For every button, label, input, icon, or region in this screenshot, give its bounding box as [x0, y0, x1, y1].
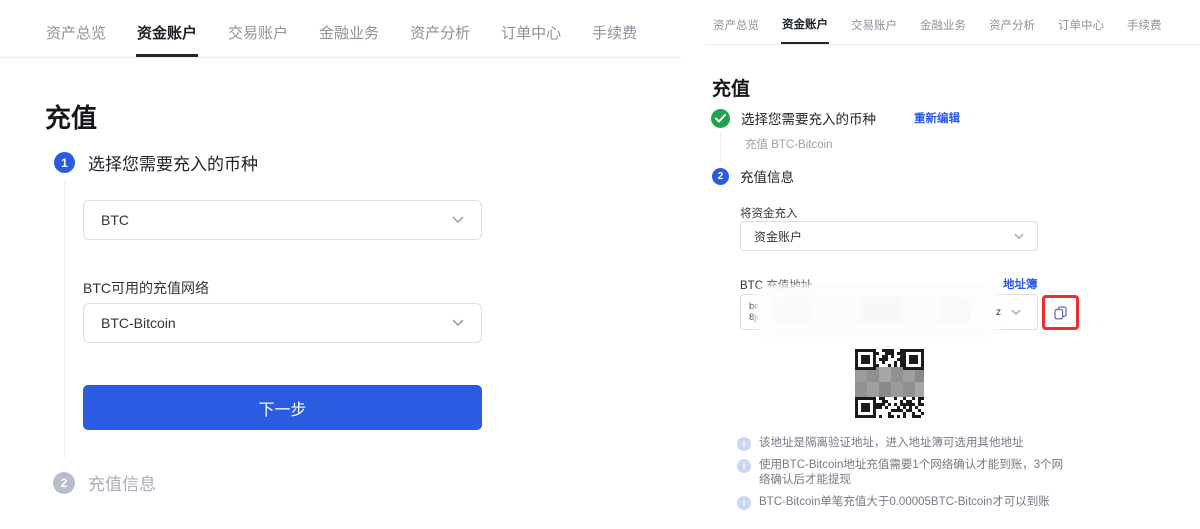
tab-asset-analysis[interactable]: 资产分析: [988, 2, 1036, 44]
step2-header: 2 充值信息: [712, 166, 794, 186]
step1-summary: 充值 BTC-Bitcoin: [745, 136, 833, 152]
network-select-value: BTC-Bitcoin: [101, 315, 176, 331]
tab-order-center[interactable]: 订单中心: [1057, 2, 1105, 44]
info-icon: i: [737, 496, 751, 510]
step2-label: 充值信息: [740, 166, 794, 186]
tab-order-center[interactable]: 订单中心: [500, 2, 562, 57]
tab-financial-services[interactable]: 金融业务: [919, 2, 967, 44]
step1-header-done: 选择您需要充入的币种 重新编辑: [711, 108, 960, 128]
deposit-page: 资产总览 资金账户 交易账户 金融业务 资产分析 订单中心 手续费 充值 1 选…: [0, 0, 1200, 529]
copy-icon: [1052, 304, 1069, 321]
deposit-qr-code: [855, 349, 924, 418]
step1-label: 选择您需要充入的币种: [88, 150, 258, 175]
address-book-link[interactable]: 地址簿: [1003, 276, 1038, 292]
left-account-tabbar: 资产总览 资金账户 交易账户 金融业务 资产分析 订单中心 手续费: [0, 0, 681, 58]
tab-asset-analysis[interactable]: 资产分析: [409, 2, 471, 57]
fund-destination-label: 将资金充入: [740, 205, 798, 221]
tab-funding-account[interactable]: 资金账户: [781, 1, 829, 44]
tab-trading-account[interactable]: 交易账户: [850, 2, 898, 44]
tab-funding-account[interactable]: 资金账户: [136, 2, 198, 57]
chevron-down-icon: [1011, 309, 1021, 316]
info-icon: i: [737, 459, 751, 473]
step-connector-line: [720, 131, 721, 162]
left-panel-step1-view: 资产总览 资金账户 交易账户 金融业务 资产分析 订单中心 手续费 充值 1 选…: [0, 0, 681, 529]
re-edit-link[interactable]: 重新编辑: [914, 110, 960, 126]
page-title: 充值: [712, 74, 750, 101]
step2-label: 充值信息: [88, 470, 156, 495]
address-visible-suffix: z: [996, 307, 1001, 318]
step-complete-check-icon: [711, 109, 730, 128]
tab-fees[interactable]: 手续费: [1126, 2, 1163, 44]
step2-number-badge: 2: [712, 168, 729, 185]
coin-select[interactable]: BTC: [83, 200, 482, 240]
network-label: BTC可用的充值网络: [83, 278, 209, 298]
step-connector-line: [64, 181, 65, 458]
step2-number-badge: 2: [53, 472, 75, 494]
next-step-button[interactable]: 下一步: [83, 385, 482, 430]
deposit-address-select[interactable]: bc 8je z: [740, 294, 1038, 330]
tab-asset-overview[interactable]: 资产总览: [45, 2, 107, 57]
note-item: i 使用BTC-Bitcoin地址充值需要1个网络确认才能到账，3个网络确认后才…: [737, 458, 1067, 488]
note-item: i 该地址是隔离验证地址，进入地址簿可选用其他地址: [737, 436, 1067, 451]
chevron-down-icon: [452, 216, 464, 224]
note-item: i BTC-Bitcoin单笔充值大于0.00005BTC-Bitcoin才可以…: [737, 495, 1067, 510]
coin-select-value: BTC: [101, 212, 129, 228]
step1-label: 选择您需要充入的币种: [741, 108, 876, 128]
chevron-down-icon: [452, 319, 464, 327]
info-icon: i: [737, 437, 751, 451]
deposit-notes: i 该地址是隔离验证地址，进入地址簿可选用其他地址 i 使用BTC-Bitcoi…: [737, 436, 1067, 510]
step1-number-badge: 1: [54, 152, 75, 173]
address-redaction-blur: [771, 297, 971, 323]
copy-address-button[interactable]: [1049, 301, 1071, 323]
network-select[interactable]: BTC-Bitcoin: [83, 303, 482, 343]
step2-header: 2 充值信息: [53, 470, 156, 495]
step1-header: 1 选择您需要充入的币种: [54, 150, 258, 175]
right-account-tabbar: 资产总览 资金账户 交易账户 金融业务 资产分析 订单中心 手续费: [705, 0, 1200, 45]
tab-trading-account[interactable]: 交易账户: [227, 2, 289, 57]
account-select[interactable]: 资金账户: [740, 221, 1038, 251]
right-panel-step2-view: 资产总览 资金账户 交易账户 金融业务 资产分析 订单中心 手续费 充值 选择您…: [705, 0, 1200, 529]
account-select-value: 资金账户: [754, 228, 802, 245]
page-title: 充值: [45, 98, 97, 135]
tab-asset-overview[interactable]: 资产总览: [712, 2, 760, 44]
chevron-down-icon: [1014, 233, 1024, 240]
tab-financial-services[interactable]: 金融业务: [318, 2, 380, 57]
tab-fees[interactable]: 手续费: [591, 2, 638, 57]
